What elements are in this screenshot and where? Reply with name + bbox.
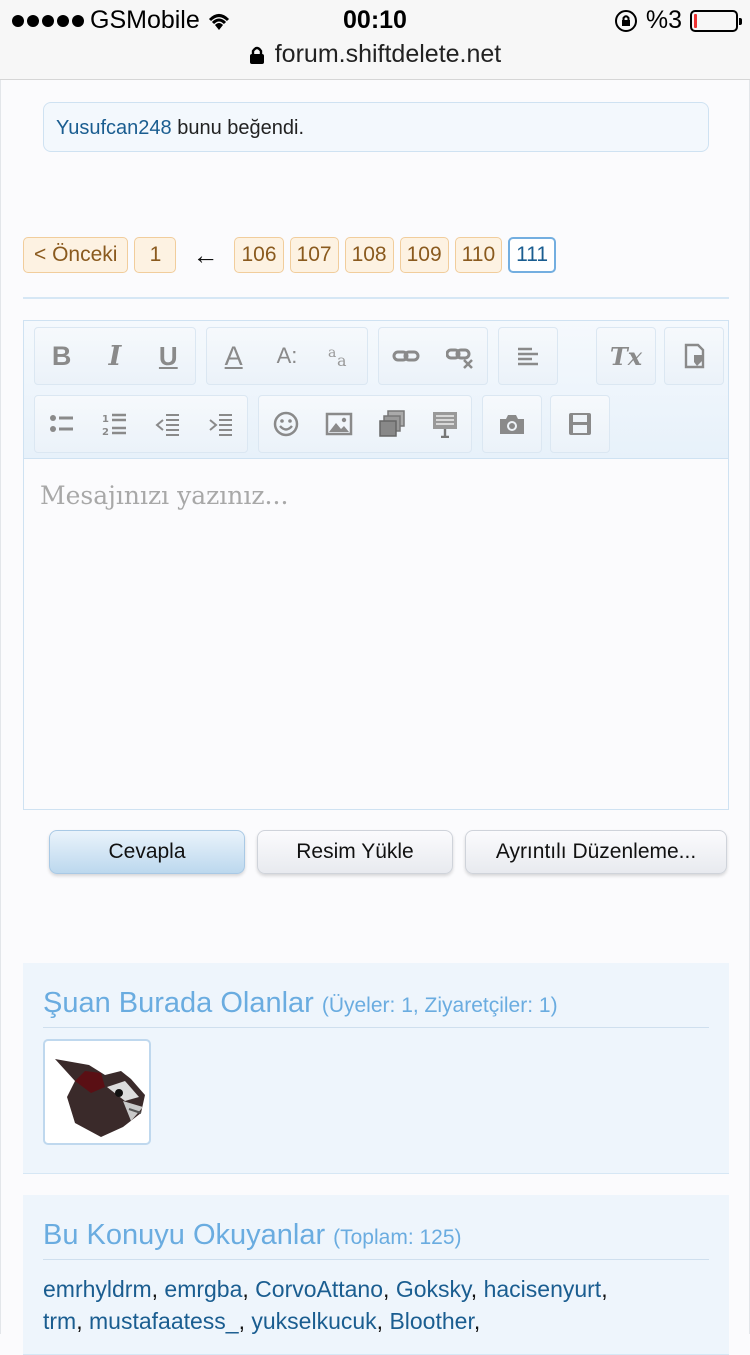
svg-text:2: 2 bbox=[102, 427, 109, 438]
align-icon[interactable] bbox=[506, 334, 550, 378]
page-first[interactable]: 1 bbox=[134, 237, 177, 273]
editor-toolbar: B I U A A: aa Tx 1 2 bbox=[24, 321, 728, 459]
page-content: Yusufcan248 bunu beğendi. < Önceki 1 ← 1… bbox=[0, 80, 750, 1355]
reader-link[interactable]: Goksky bbox=[396, 1276, 471, 1302]
reader-link[interactable]: yukselkucuk bbox=[251, 1308, 376, 1334]
text-color-icon[interactable]: A bbox=[212, 334, 256, 378]
battery-percent: %3 bbox=[645, 6, 682, 34]
indent-icon[interactable] bbox=[199, 402, 243, 446]
page-108[interactable]: 108 bbox=[344, 237, 394, 273]
pagination: < Önceki 1 ← 106 107 108 109 110 111 bbox=[23, 237, 557, 273]
list-group: 12 bbox=[34, 395, 248, 453]
readers-total: (Toplam: 125) bbox=[333, 1226, 462, 1249]
message-input[interactable]: Mesajınızı yazınız... bbox=[40, 481, 288, 510]
smiley-icon[interactable] bbox=[264, 402, 308, 446]
reader-link[interactable]: emrgba bbox=[164, 1276, 242, 1302]
save-draft-icon[interactable] bbox=[558, 402, 602, 446]
media-icon[interactable] bbox=[370, 402, 414, 446]
avatar[interactable] bbox=[43, 1039, 151, 1145]
liker-link[interactable]: Yusufcan248 bbox=[56, 117, 172, 139]
format-group: B I U bbox=[34, 327, 196, 385]
font-group: A A: aa bbox=[206, 327, 368, 385]
lock-icon bbox=[249, 46, 264, 64]
outdent-icon[interactable] bbox=[146, 402, 190, 446]
page-106[interactable]: 106 bbox=[234, 237, 284, 273]
upload-image-button[interactable]: Resim Yükle bbox=[257, 830, 453, 874]
widget-divider bbox=[43, 1027, 709, 1028]
prev-page-button[interactable]: < Önceki bbox=[23, 237, 129, 273]
cardinal-avatar-icon bbox=[55, 1059, 145, 1137]
clear-group: Tx bbox=[596, 327, 656, 385]
divider bbox=[23, 297, 729, 299]
unlink-icon[interactable] bbox=[438, 334, 482, 378]
status-bar: GSMobile 00:10 %3 forum.shiftdelete.net bbox=[0, 0, 750, 80]
link-icon[interactable] bbox=[384, 334, 428, 378]
reply-actions: Cevapla Resim Yükle Ayrıntılı Düzenleme.… bbox=[49, 830, 727, 874]
svg-text:a: a bbox=[337, 351, 347, 370]
save-group bbox=[550, 395, 610, 453]
switch-mode-icon[interactable] bbox=[672, 334, 716, 378]
advanced-edit-button[interactable]: Ayrıntılı Düzenleme... bbox=[465, 830, 727, 874]
camera-icon[interactable] bbox=[490, 402, 534, 446]
page-109[interactable]: 109 bbox=[399, 237, 449, 273]
like-text: bunu beğendi. bbox=[171, 117, 304, 139]
remove-format-icon[interactable]: Tx bbox=[604, 334, 648, 378]
readers-title[interactable]: Bu Konuyu Okuyanlar (Toplam: 125) bbox=[43, 1219, 462, 1252]
readers-list: emrhyldrm, emrgba, CorvoAttano, Goksky, … bbox=[43, 1276, 608, 1334]
font-size-icon[interactable]: A: bbox=[265, 334, 309, 378]
font-family-icon[interactable]: aa bbox=[318, 334, 362, 378]
battery-icon bbox=[690, 9, 742, 32]
like-summary: Yusufcan248 bunu beğendi. bbox=[43, 102, 709, 152]
rotation-lock-icon bbox=[614, 9, 637, 32]
reply-editor[interactable]: B I U A A: aa Tx 1 2 Mesajınızı yazınız.… bbox=[23, 320, 729, 810]
reader-link[interactable]: emrhyldrm bbox=[43, 1276, 152, 1302]
svg-text:a: a bbox=[328, 345, 336, 361]
align-group bbox=[498, 327, 558, 385]
camera-group bbox=[482, 395, 542, 453]
bold-icon[interactable]: B bbox=[40, 334, 84, 378]
page-jump-arrow[interactable]: ← bbox=[192, 240, 218, 271]
page-110[interactable]: 110 bbox=[454, 237, 503, 273]
online-users-widget: Şuan Burada Olanlar (Üyeler: 1, Ziyaretçi… bbox=[23, 963, 729, 1174]
image-icon[interactable] bbox=[317, 402, 361, 446]
quote-icon[interactable] bbox=[423, 402, 467, 446]
widget-divider bbox=[43, 1259, 709, 1260]
status-right: %3 bbox=[614, 6, 742, 35]
url-text: forum.shiftdelete.net bbox=[274, 40, 502, 68]
reader-link[interactable]: hacisenyurt bbox=[484, 1276, 602, 1302]
numbered-list-icon[interactable]: 12 bbox=[93, 402, 137, 446]
mode-group bbox=[664, 327, 724, 385]
bullet-list-icon[interactable] bbox=[40, 402, 84, 446]
online-title[interactable]: Şuan Burada Olanlar (Üyeler: 1, Ziyaretçi… bbox=[43, 987, 558, 1020]
reader-link[interactable]: mustafaatess_ bbox=[89, 1308, 239, 1334]
thread-readers-widget: Bu Konuyu Okuyanlar (Toplam: 125) emrhyld… bbox=[23, 1195, 729, 1355]
reader-link[interactable]: CorvoAttano bbox=[255, 1276, 383, 1302]
insert-group bbox=[258, 395, 472, 453]
link-group bbox=[378, 327, 488, 385]
page-current[interactable]: 111 bbox=[508, 237, 557, 273]
reader-link[interactable]: trm bbox=[43, 1308, 76, 1334]
online-counts: (Üyeler: 1, Ziyaretçiler: 1) bbox=[321, 994, 558, 1017]
underline-icon[interactable]: U bbox=[146, 334, 190, 378]
reply-button[interactable]: Cevapla bbox=[49, 830, 245, 874]
url-bar[interactable]: forum.shiftdelete.net bbox=[0, 40, 750, 69]
svg-text:1: 1 bbox=[102, 414, 109, 425]
page-107[interactable]: 107 bbox=[289, 237, 339, 273]
reader-link[interactable]: Bloother bbox=[389, 1308, 473, 1334]
italic-icon[interactable]: I bbox=[93, 334, 137, 378]
